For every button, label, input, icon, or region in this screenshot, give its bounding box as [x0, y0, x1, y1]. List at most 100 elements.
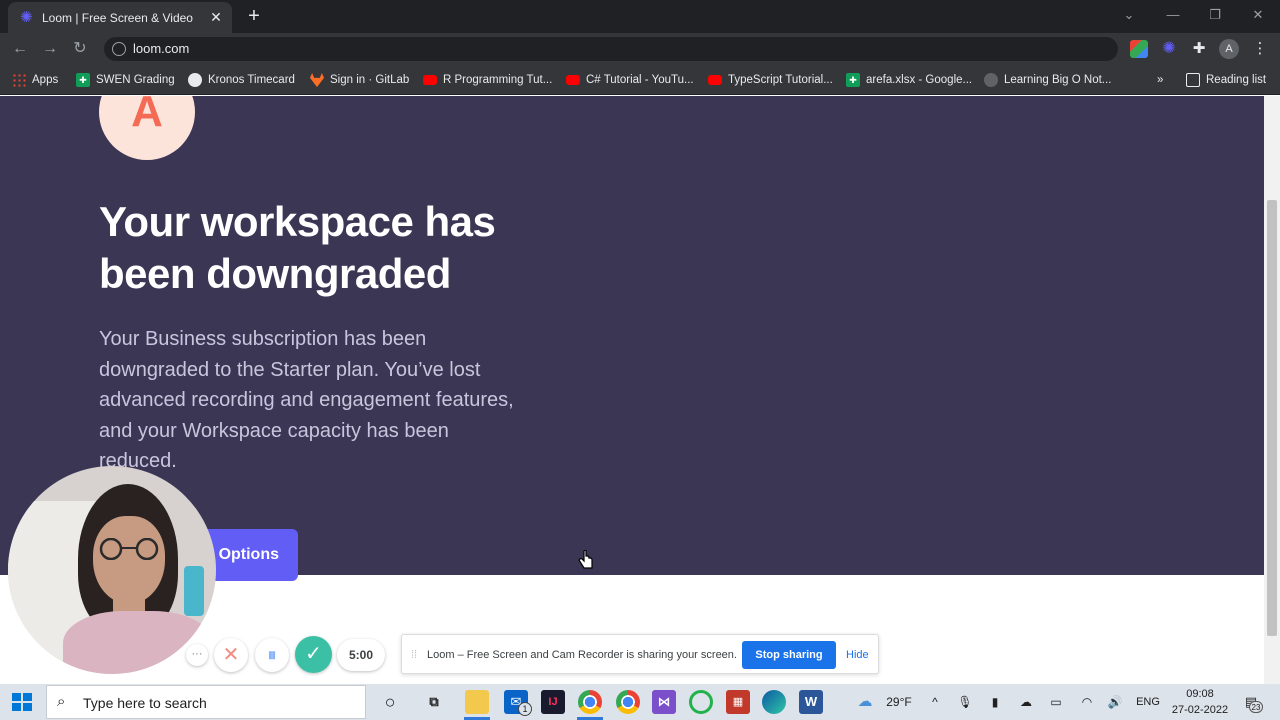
drag-handle-icon[interactable]: ⁞⁞ — [411, 648, 419, 662]
bookmark-label: Learning Big O Not... — [1004, 74, 1112, 86]
onedrive-icon[interactable]: ☁ — [1016, 694, 1036, 710]
bookmark-kronos[interactable]: Kronos Timecard — [188, 71, 295, 89]
site-info-icon[interactable] — [112, 42, 126, 56]
bookmark-r-programming[interactable]: R Programming Tut... — [423, 71, 552, 89]
downgrade-description: Your Business subscription has been down… — [99, 328, 514, 472]
minimize-button[interactable]: — — [1163, 6, 1183, 24]
bookmark-apps[interactable]: Apps — [12, 71, 58, 89]
page-title: Your workspace has been downgraded — [99, 198, 496, 297]
tab-close-icon[interactable]: ✕ — [208, 9, 224, 25]
search-placeholder: Type here to search — [83, 695, 207, 711]
youtube-icon — [708, 75, 722, 85]
bookmark-gitlab[interactable]: Sign in · GitLab — [310, 71, 409, 89]
youtube-icon — [566, 75, 580, 85]
tab-title: Loom | Free Screen & Video Recording — [42, 11, 194, 25]
browser-toolbar: ← → ↻ loom.com ✺ ✚ A ⋮ — [0, 33, 1280, 65]
bookmark-label: arefa.xlsx - Google... — [866, 74, 973, 86]
browser-tab[interactable]: ✺ Loom | Free Screen & Video Recording ✕ — [8, 2, 232, 33]
bookmark-typescript-tutorial[interactable]: TypeScript Tutorial... — [708, 71, 833, 89]
red-app-icon[interactable]: ▦ — [726, 690, 750, 714]
restore-button[interactable]: ❐ — [1205, 6, 1225, 24]
bookmark-label: Kronos Timecard — [208, 74, 295, 86]
bookmark-swen-grading[interactable]: ✚ SWEN Grading — [76, 71, 175, 89]
loom-star-icon: ✺ — [20, 9, 33, 26]
back-arrow-icon[interactable]: ← — [10, 39, 30, 59]
webcam-bubble[interactable] — [8, 466, 216, 674]
language-indicator[interactable]: ENG — [1134, 694, 1162, 710]
intellij-icon[interactable]: IJ — [541, 690, 565, 714]
pause-recording-button[interactable]: ⏸ — [255, 638, 289, 672]
mail-badge: 1 — [518, 702, 532, 716]
clock-time: 09:08 — [1186, 688, 1214, 700]
address-bar[interactable]: loom.com — [104, 37, 1118, 61]
close-window-button[interactable]: ✕ — [1248, 6, 1268, 24]
windows-start-icon[interactable] — [12, 693, 32, 711]
loom-extension-icon[interactable]: ✺ — [1160, 40, 1178, 58]
more-options-button[interactable]: ··· — [186, 644, 208, 666]
visual-studio-icon[interactable]: ⋈ — [652, 690, 676, 714]
bookmark-label: SWEN Grading — [96, 74, 175, 86]
microphone-icon[interactable]: 🎙 — [956, 694, 974, 710]
bookmark-big-o[interactable]: Learning Big O Not... — [984, 71, 1111, 89]
sharing-message: Loom – Free Screen and Cam Recorder is s… — [427, 649, 737, 661]
stop-sharing-button[interactable]: Stop sharing — [742, 641, 836, 669]
camera-person-shirt — [63, 611, 213, 674]
new-tab-button[interactable]: + — [244, 5, 264, 27]
bookmark-csharp-tutorial[interactable]: C# Tutorial - YouTu... — [566, 71, 694, 89]
finish-recording-button[interactable]: ✓ — [295, 636, 332, 673]
word-icon[interactable]: W — [799, 690, 823, 714]
tab-search-icon[interactable]: ⌄ — [1119, 6, 1139, 24]
bookmarks-bar: Apps ✚ SWEN Grading Kronos Timecard Sign… — [0, 65, 1280, 95]
bookmark-label: C# Tutorial - YouTu... — [586, 74, 694, 86]
system-clock[interactable]: 09:08 27-02-2022 — [1168, 686, 1232, 718]
kronos-icon — [188, 73, 202, 87]
green-circle-app-icon[interactable] — [689, 690, 713, 714]
profile-avatar[interactable]: A — [1219, 39, 1239, 59]
weather-icon[interactable]: ☁ — [852, 694, 878, 710]
notification-center-icon[interactable]: ▤ 23 — [1240, 692, 1263, 713]
edge-icon[interactable] — [762, 690, 786, 714]
hide-sharing-bar-link[interactable]: Hide — [846, 648, 869, 662]
sheets-icon: ✚ — [846, 73, 860, 87]
file-explorer-icon[interactable] — [465, 690, 489, 714]
youtube-icon — [423, 75, 437, 85]
globe-icon — [984, 73, 998, 87]
reading-list-button[interactable]: Reading list — [1186, 71, 1266, 89]
chrome-profile-icon[interactable] — [578, 690, 602, 714]
extensions-puzzle-icon[interactable]: ✚ — [1190, 40, 1208, 58]
task-view-icon[interactable]: ⧉ — [422, 690, 446, 714]
forward-arrow-icon[interactable]: → — [40, 39, 60, 59]
scrollbar-thumb[interactable] — [1267, 200, 1277, 636]
chrome-icon[interactable] — [616, 690, 640, 714]
chrome-menu-icon[interactable]: ⋮ — [1251, 40, 1269, 58]
windows-taskbar: ⌕ Type here to search ○ ⧉ ✉ 1 IJ ⋈ ▦ W ☁… — [0, 684, 1280, 720]
taskbar-search-input[interactable]: ⌕ Type here to search — [46, 685, 366, 719]
tray-overflow-icon[interactable]: ^ — [926, 694, 944, 710]
extension-colorful-icon[interactable] — [1130, 40, 1148, 58]
weather-temperature[interactable]: 29°F — [882, 694, 916, 710]
bookmarks-overflow-button[interactable]: » — [1157, 71, 1163, 89]
clock-date: 27-02-2022 — [1171, 704, 1229, 716]
battery-icon[interactable]: ▭ — [1046, 694, 1066, 710]
reading-list-icon — [1186, 73, 1200, 87]
screen-sharing-bar: ⁞⁞ Loom – Free Screen and Cam Recorder i… — [401, 634, 879, 674]
bookmark-arefa-sheet[interactable]: ✚ arefa.xlsx - Google... — [846, 71, 972, 89]
cancel-recording-button[interactable]: ✕ — [214, 638, 248, 672]
notification-count: 23 — [1249, 701, 1263, 713]
sheets-icon: ✚ — [76, 73, 90, 87]
wifi-icon[interactable]: ◠ — [1077, 694, 1097, 710]
camera-water-bottle — [184, 566, 204, 616]
reload-icon[interactable]: ↻ — [70, 39, 90, 59]
bookmark-label: R Programming Tut... — [443, 74, 553, 86]
browser-tab-strip: ✺ Loom | Free Screen & Video Recording ✕… — [0, 0, 1280, 33]
bookmark-label: Sign in · GitLab — [330, 74, 410, 86]
mic-in-use-icon[interactable]: ▮ — [986, 694, 1004, 710]
bookmark-label: TypeScript Tutorial... — [728, 74, 833, 86]
apps-grid-icon — [12, 73, 26, 87]
url-text: loom.com — [133, 41, 190, 56]
workspace-avatar: A — [99, 96, 195, 160]
gitlab-icon — [310, 73, 324, 87]
camera-person-glasses — [99, 538, 159, 560]
cortana-icon[interactable]: ○ — [378, 690, 402, 714]
volume-icon[interactable]: 🔊 — [1105, 694, 1125, 710]
